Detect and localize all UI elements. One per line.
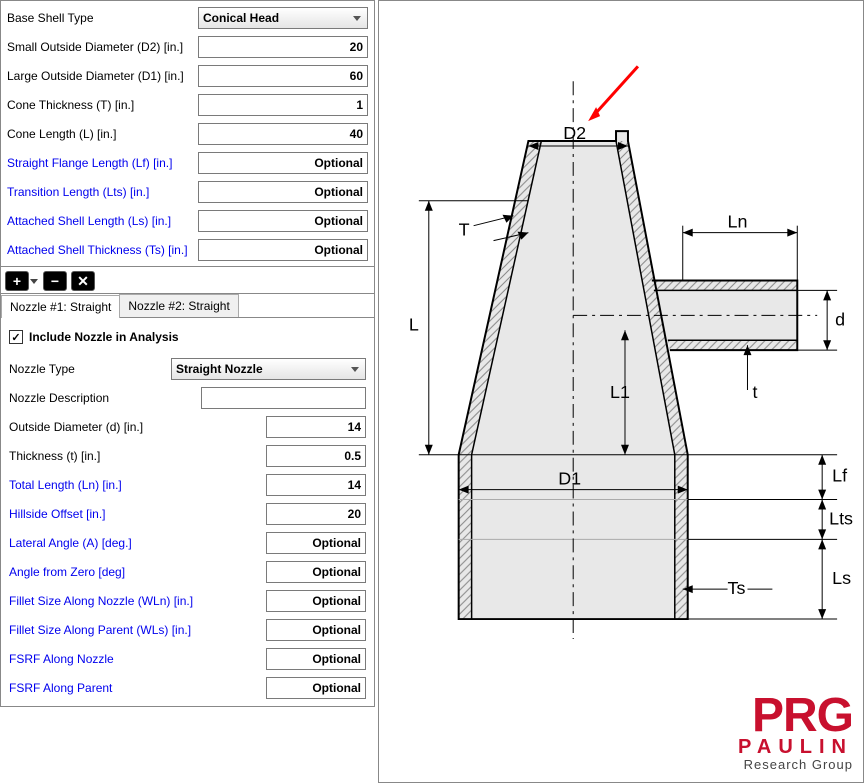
logo-group: Research Group — [738, 757, 853, 772]
dim-l: L — [409, 314, 419, 334]
lf-label[interactable]: Straight Flange Length (Lf) [in.] — [7, 156, 198, 170]
nozzle-form: ✓ Include Nozzle in Analysis Nozzle Type… — [0, 318, 375, 707]
close-icon: ✕ — [77, 273, 89, 290]
base-shell-type-label: Base Shell Type — [7, 11, 198, 25]
cone-length-input[interactable] — [198, 123, 368, 145]
ts-label[interactable]: Attached Shell Thickness (Ts) [in.] — [7, 243, 198, 257]
nozzle-type-dropdown[interactable]: Straight Nozzle — [171, 358, 366, 380]
cone-diagram: D2 D1 L T L1 Ln — [379, 1, 863, 782]
cone-thickness-label: Cone Thickness (T) [in.] — [7, 98, 198, 112]
dim-l1: L1 — [610, 382, 630, 402]
dim-t-cone: T — [459, 220, 470, 240]
noz-wls-input[interactable] — [266, 619, 366, 641]
ts-input[interactable] — [198, 239, 368, 261]
d1-label: Large Outside Diameter (D1) [in.] — [7, 69, 198, 83]
noz-fsrf-n-input[interactable] — [266, 648, 366, 670]
plus-icon: + — [13, 273, 21, 289]
noz-lateral-input[interactable] — [266, 532, 366, 554]
noz-fsrf-p-input[interactable] — [266, 677, 366, 699]
d2-input[interactable] — [198, 36, 368, 58]
cone-length-label: Cone Length (L) [in.] — [7, 127, 198, 141]
minus-icon: − — [51, 273, 59, 289]
close-button[interactable]: ✕ — [71, 271, 95, 291]
logo-paulin: PAULIN — [738, 737, 853, 757]
nozzle-toolbar: + − ✕ — [0, 267, 375, 294]
dim-ln: Ln — [728, 212, 748, 232]
diagram-panel: D2 D1 L T L1 Ln — [378, 0, 864, 783]
lts-input[interactable] — [198, 181, 368, 203]
remove-button[interactable]: − — [43, 271, 67, 291]
noz-anglezero-input[interactable] — [266, 561, 366, 583]
lf-input[interactable] — [198, 152, 368, 174]
lts-label[interactable]: Transition Length (Lts) [in.] — [7, 185, 198, 199]
dim-d: d — [835, 309, 845, 329]
logo-prg: PRG — [738, 696, 853, 737]
nozzle-desc-label: Nozzle Description — [9, 391, 201, 405]
include-nozzle-checkbox[interactable]: ✓ — [9, 330, 23, 344]
tab-nozzle-2[interactable]: Nozzle #2: Straight — [119, 294, 238, 317]
dim-ts: Ts — [728, 578, 746, 598]
noz-lateral-label[interactable]: Lateral Angle (A) [deg.] — [9, 536, 266, 550]
noz-fsrf-p-label[interactable]: FSRF Along Parent — [9, 681, 266, 695]
nozzle-type-label: Nozzle Type — [9, 362, 171, 376]
shell-form: Base Shell Type Conical Head Small Outsi… — [0, 0, 375, 267]
noz-ln-input[interactable] — [266, 474, 366, 496]
add-button[interactable]: + — [5, 271, 29, 291]
noz-hillside-label[interactable]: Hillside Offset [in.] — [9, 507, 266, 521]
prg-logo: PRG PAULIN Research Group — [738, 696, 853, 772]
noz-t-input[interactable] — [266, 445, 366, 467]
base-shell-type-dropdown[interactable]: Conical Head — [198, 7, 368, 29]
dim-lf: Lf — [832, 466, 847, 486]
noz-t-label: Thickness (t) [in.] — [9, 449, 266, 463]
noz-hillside-input[interactable] — [266, 503, 366, 525]
nozzle-tabs: Nozzle #1: Straight Nozzle #2: Straight — [0, 294, 375, 318]
cone-thickness-input[interactable] — [198, 94, 368, 116]
dim-lts: Lts — [829, 508, 853, 528]
d1-input[interactable] — [198, 65, 368, 87]
noz-d-input[interactable] — [266, 416, 366, 438]
nozzle-type-value: Straight Nozzle — [176, 362, 263, 376]
nozzle-desc-input[interactable] — [201, 387, 366, 409]
noz-fsrf-n-label[interactable]: FSRF Along Nozzle — [9, 652, 266, 666]
ls-input[interactable] — [198, 210, 368, 232]
base-shell-type-value: Conical Head — [203, 11, 279, 25]
noz-ln-label[interactable]: Total Length (Ln) [in.] — [9, 478, 266, 492]
noz-wln-label[interactable]: Fillet Size Along Nozzle (WLn) [in.] — [9, 594, 266, 608]
dim-ls: Ls — [832, 568, 851, 588]
dim-d2: D2 — [563, 123, 586, 143]
noz-wls-label[interactable]: Fillet Size Along Parent (WLs) [in.] — [9, 623, 266, 637]
noz-anglezero-label[interactable]: Angle from Zero [deg] — [9, 565, 266, 579]
noz-wln-input[interactable] — [266, 590, 366, 612]
tab-nozzle-1[interactable]: Nozzle #1: Straight — [1, 295, 120, 318]
d2-label: Small Outside Diameter (D2) [in.] — [7, 40, 198, 54]
dim-d1: D1 — [558, 469, 581, 489]
noz-d-label: Outside Diameter (d) [in.] — [9, 420, 266, 434]
dim-t-noz: t — [752, 382, 757, 402]
ls-label[interactable]: Attached Shell Length (Ls) [in.] — [7, 214, 198, 228]
include-nozzle-label: Include Nozzle in Analysis — [29, 330, 179, 344]
